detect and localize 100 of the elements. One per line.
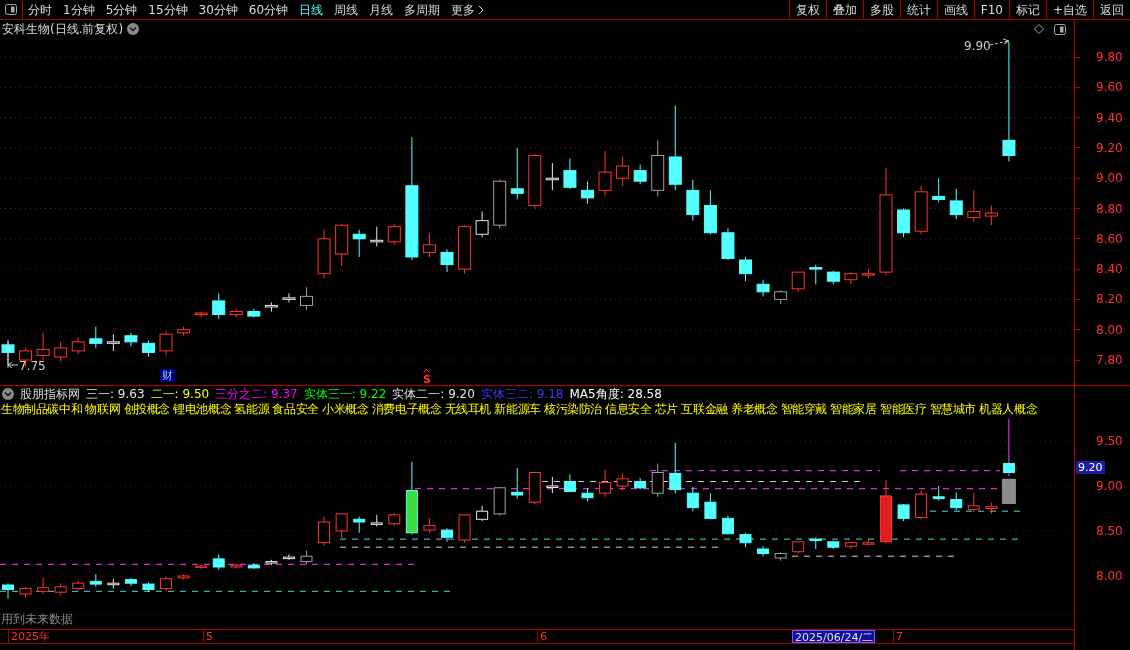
candlestick	[142, 339, 155, 358]
toolbar-button[interactable]: 复权	[788, 0, 826, 19]
toolbar-button[interactable]: F10	[973, 0, 1009, 19]
candlestick	[950, 491, 963, 511]
price-axis-label: 8.40	[1096, 262, 1123, 277]
price-axis-label: 7.80	[1096, 353, 1123, 367]
toolbar-button[interactable]: 多股	[862, 0, 900, 19]
period-tab[interactable]: 5分钟	[105, 3, 138, 16]
indicator-value: 实体三二: 9.18	[480, 385, 564, 403]
candlestick	[633, 164, 647, 185]
candlestick	[686, 486, 699, 512]
candlestick	[440, 248, 454, 273]
candlestick	[352, 229, 366, 258]
panel-icon[interactable]	[1054, 23, 1066, 35]
candlestick	[897, 503, 910, 522]
time-axis-label: 2025/06/24/二	[792, 630, 876, 643]
period-tab[interactable]: 15分钟	[148, 3, 188, 16]
candlestick	[528, 153, 542, 209]
candlestick	[300, 550, 313, 565]
time-axis-label: 7	[893, 630, 904, 643]
period-tab[interactable]: 日线	[299, 3, 324, 16]
candlestick	[967, 492, 980, 513]
candlestick	[37, 577, 50, 595]
period-tab[interactable]: 30分钟	[198, 3, 238, 16]
candlestick	[686, 179, 700, 222]
dropdown-icon[interactable]	[2, 387, 14, 400]
candlestick	[651, 463, 664, 498]
candlestick	[229, 308, 243, 319]
toolbar-button[interactable]: 返回	[1093, 0, 1130, 19]
candlestick	[230, 562, 243, 570]
candlestick	[493, 486, 506, 517]
price-axis-label: 8.80	[1096, 201, 1123, 216]
candlestick	[335, 223, 349, 267]
price-axis-label: 9.20	[1096, 140, 1123, 155]
candlestick	[441, 527, 453, 543]
candlestick	[89, 573, 102, 588]
candlestick	[511, 467, 524, 500]
period-tab[interactable]: 月线	[369, 3, 394, 16]
candlestick	[107, 578, 120, 590]
candlestick	[880, 479, 892, 545]
candlestick	[370, 514, 383, 527]
toolbar-button[interactable]: 叠加	[825, 0, 863, 19]
dropdown-icon[interactable]	[127, 23, 140, 35]
indicator-value: 二一: 9.50	[150, 385, 210, 403]
candlestick	[949, 188, 963, 220]
toolbar-button[interactable]: 标记	[1008, 0, 1046, 19]
candlestick	[423, 517, 436, 534]
candlestick	[704, 492, 717, 520]
price-axis-label: 9.60	[1096, 80, 1123, 95]
candlestick	[72, 580, 85, 591]
candlestick	[335, 512, 348, 539]
candlestick	[739, 256, 752, 282]
period-tab[interactable]: 多周期	[404, 3, 441, 16]
period-tab[interactable]: 60分钟	[248, 3, 289, 16]
high-price-label: 9.90	[964, 38, 991, 55]
candlestick	[194, 311, 208, 319]
candlestick	[774, 552, 787, 562]
candlestick	[1, 341, 15, 369]
candlestick	[651, 139, 665, 197]
indicator-value: MA5角度: 28.58	[569, 385, 662, 403]
diamond-icon[interactable]	[1034, 24, 1044, 34]
toolbar-button[interactable]: 统计	[899, 0, 937, 19]
candlestick	[897, 208, 911, 238]
candlestick	[563, 473, 576, 493]
period-tab[interactable]: 分时	[28, 3, 52, 16]
period-tab[interactable]: 1分钟	[63, 3, 95, 16]
candlestick	[739, 532, 752, 548]
candlestick	[265, 559, 278, 566]
period-tab[interactable]: 周线	[334, 3, 359, 16]
candlestick	[422, 232, 436, 258]
indicator-name: 股朋指标网	[20, 385, 80, 403]
candlestick	[756, 279, 770, 297]
period-tab[interactable]: 更多	[451, 3, 485, 16]
candlestick	[19, 586, 32, 599]
price-axis-label: 8.60	[1096, 231, 1123, 246]
candlestick	[300, 286, 313, 311]
toolbar-button[interactable]: +自选	[1045, 0, 1093, 19]
indicator-value: 实体二一: 9.20	[392, 385, 475, 403]
candlestick	[967, 189, 981, 223]
indicator-axis-label: 9.00	[1096, 479, 1123, 493]
price-axis-label: 8.20	[1096, 292, 1123, 307]
candlestick	[71, 336, 85, 355]
toolbar-button[interactable]: 画线	[936, 0, 974, 19]
warning-note: 用到未来数据	[1, 611, 73, 628]
chart-title: 安科生物(日线.前复权)	[2, 21, 124, 38]
candlestick	[388, 512, 401, 527]
candlestick	[809, 536, 822, 550]
candlestick	[212, 553, 225, 571]
candlestick	[546, 476, 559, 494]
candlestick	[581, 487, 594, 502]
candlestick	[616, 156, 630, 187]
indicator-axis-label: 9.50	[1096, 434, 1123, 448]
candlestick	[142, 581, 155, 593]
pointer-arrow	[989, 38, 1010, 46]
candlestick	[247, 562, 260, 570]
price-axis-label: 9.00	[1096, 171, 1123, 186]
candlestick	[54, 341, 68, 362]
candlestick	[195, 564, 208, 570]
low-price-label: 7.75	[19, 358, 46, 375]
time-axis-label: 2025年	[8, 630, 51, 643]
